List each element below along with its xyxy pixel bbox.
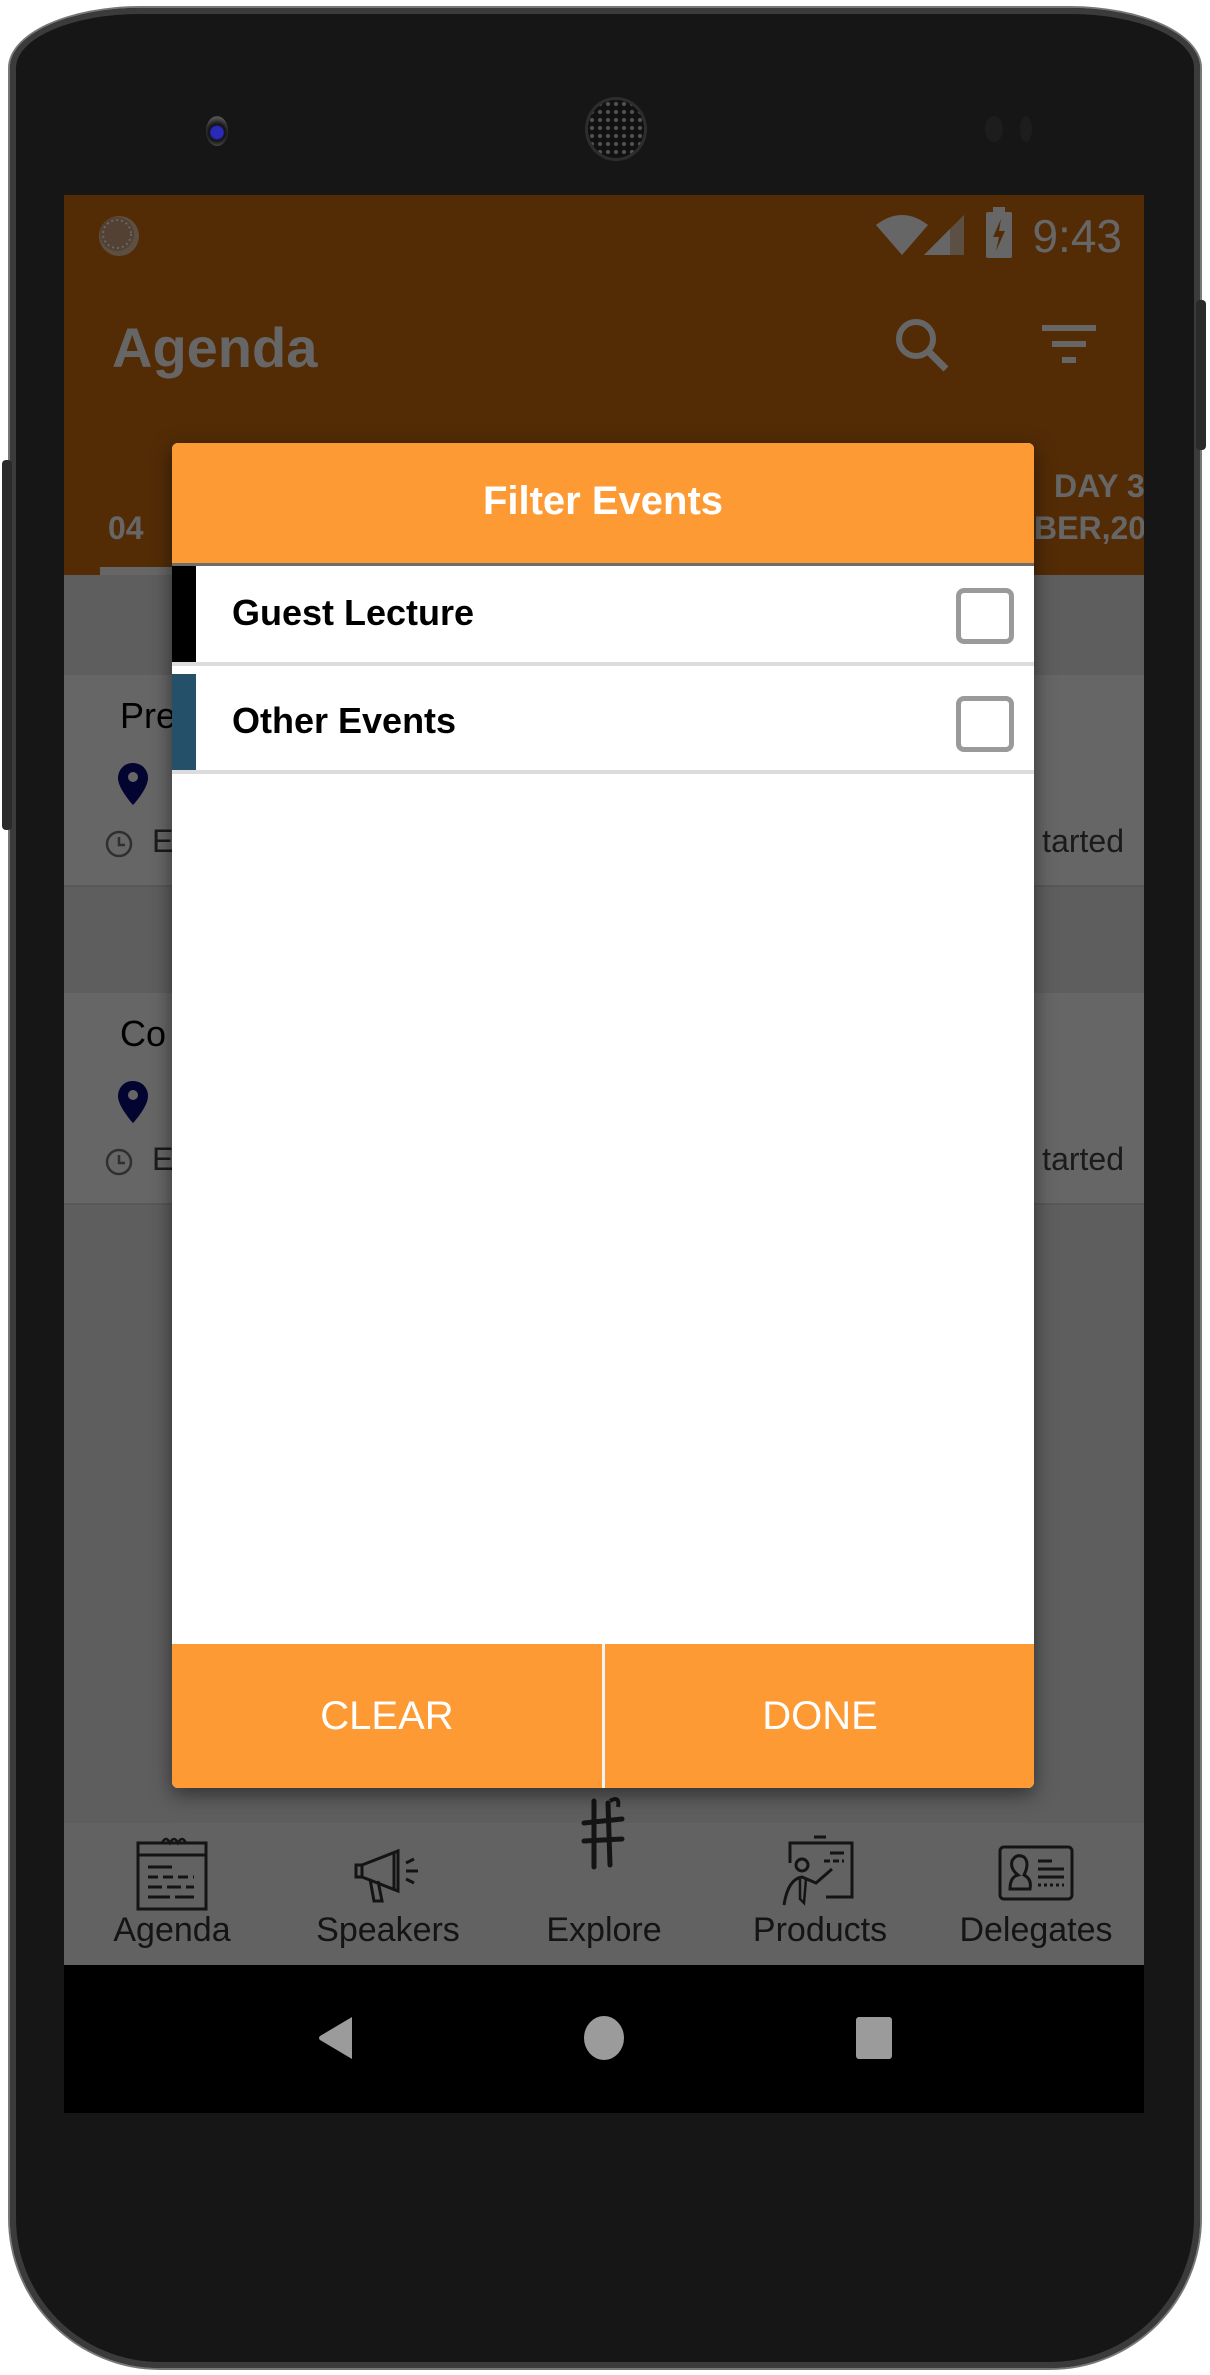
clear-button[interactable]: CLEAR bbox=[172, 1644, 602, 1788]
recents-icon bbox=[856, 2017, 892, 2059]
filter-option-label: Guest Lecture bbox=[232, 592, 475, 633]
back-icon bbox=[319, 2017, 352, 2059]
dialog-actions: CLEAR DONE bbox=[172, 1644, 1034, 1788]
earpiece-speaker bbox=[588, 100, 644, 158]
category-color-stripe bbox=[172, 566, 196, 662]
screen: 9:43 Agenda DAY 1 04 DAY 3 BER,20 Pre bbox=[64, 195, 1144, 2113]
home-button[interactable] bbox=[582, 2015, 626, 2066]
power-button bbox=[1196, 300, 1206, 450]
proximity-sensor bbox=[985, 116, 1003, 142]
filter-option-label: Other Events bbox=[232, 700, 457, 741]
back-button[interactable] bbox=[316, 2015, 356, 2066]
guest-lecture-checkbox[interactable] bbox=[956, 588, 1014, 644]
dialog-title: Filter Events bbox=[482, 479, 724, 523]
category-color-stripe bbox=[172, 674, 196, 770]
dialog-header: Filter Events bbox=[172, 443, 1034, 566]
recents-button[interactable] bbox=[854, 2017, 894, 2064]
filter-events-dialog: Filter Events Guest Lecture Other Events… bbox=[172, 443, 1034, 1788]
filter-option-guest-lecture[interactable]: Guest Lecture bbox=[172, 566, 1034, 666]
home-icon bbox=[584, 2016, 624, 2060]
filter-option-other-events[interactable]: Other Events bbox=[172, 674, 1034, 774]
other-events-checkbox[interactable] bbox=[956, 696, 1014, 752]
light-sensor bbox=[1020, 116, 1032, 142]
system-nav-bar bbox=[64, 1965, 1144, 2113]
front-camera bbox=[206, 116, 228, 146]
volume-button bbox=[2, 460, 12, 830]
done-button[interactable]: DONE bbox=[605, 1644, 1034, 1788]
